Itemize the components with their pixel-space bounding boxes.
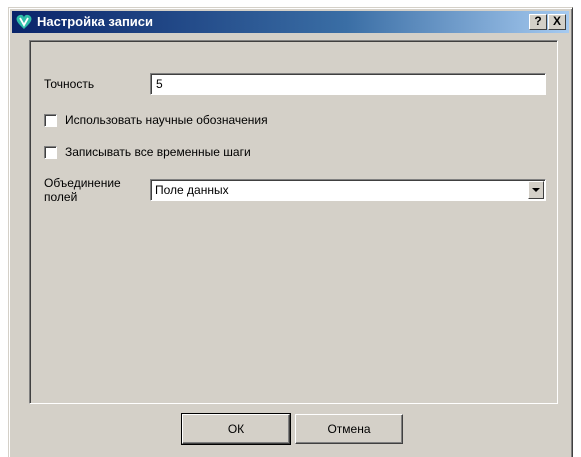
settings-panel: Точность 5 Использовать научные обозначе… (29, 40, 558, 404)
chevron-down-icon (532, 188, 540, 192)
scientific-notation-label: Использовать научные обозначения (65, 113, 268, 127)
all-timesteps-checkbox[interactable] (44, 146, 57, 159)
help-icon: ? (534, 14, 542, 28)
field-merge-label: Объединение полей (44, 176, 121, 204)
dropdown-button[interactable] (528, 181, 544, 199)
scientific-notation-checkbox[interactable] (44, 114, 57, 127)
close-icon: X (552, 14, 561, 28)
window-title: Настройка записи (37, 14, 154, 29)
precision-label: Точность (44, 77, 95, 91)
close-button[interactable]: X (548, 14, 566, 30)
paraview-logo-icon (16, 14, 32, 29)
title-bar[interactable]: Настройка записи ? X (12, 11, 569, 33)
dialog-window: Настройка записи ? X Точность 5 Использо… (8, 7, 573, 457)
field-merge-value: Поле данных (155, 183, 229, 197)
help-button[interactable]: ? (529, 14, 547, 30)
field-merge-select[interactable]: Поле данных (150, 179, 546, 201)
precision-input[interactable]: 5 (150, 73, 546, 95)
ok-button[interactable]: ОК (181, 413, 291, 445)
cancel-button[interactable]: Отмена (295, 414, 403, 444)
all-timesteps-label: Записывать все временные шаги (65, 145, 251, 159)
